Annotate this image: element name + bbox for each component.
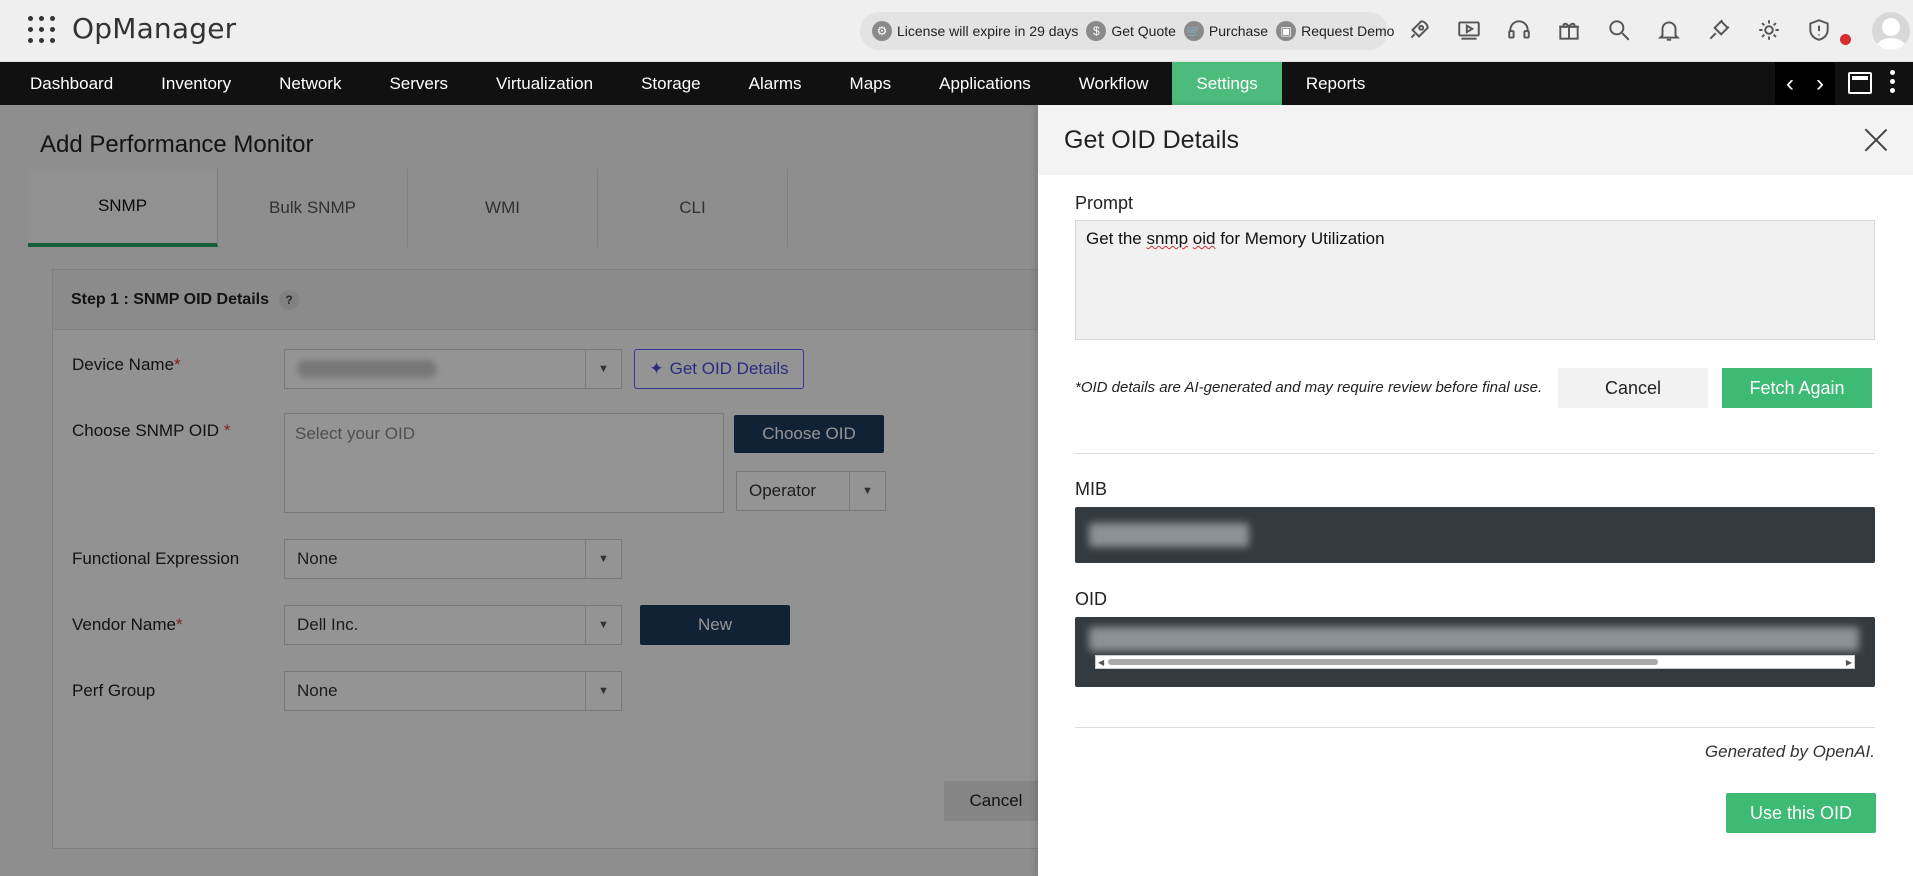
get-quote-link[interactable]: $ Get Quote	[1086, 21, 1176, 41]
shield-alert-icon[interactable]	[1804, 14, 1834, 46]
more-vertical-icon[interactable]	[1890, 70, 1896, 93]
oid-horizontal-scrollbar[interactable]: ◀ ▶	[1095, 655, 1855, 669]
avatar[interactable]	[1872, 12, 1910, 50]
divider	[1075, 727, 1875, 728]
nav-applications[interactable]: Applications	[915, 62, 1055, 105]
rocket-icon[interactable]	[1404, 14, 1434, 46]
request-demo-text: Request Demo	[1301, 23, 1395, 39]
prompt-text-word-snmp: snmp	[1146, 229, 1189, 248]
video-icon[interactable]	[1454, 14, 1484, 46]
main-nav: Dashboard Inventory Network Servers Virt…	[0, 62, 1913, 105]
oid-value-blurred	[1089, 627, 1859, 651]
top-bar: OpManager ⚙ License will expire in 29 day…	[0, 0, 1913, 62]
use-this-oid-button[interactable]: Use this OID	[1726, 793, 1876, 833]
ai-disclaimer: *OID details are AI-generated and may re…	[1075, 379, 1543, 396]
prompt-text-prefix: Get the	[1086, 229, 1147, 248]
cart-icon: 🛒	[1183, 21, 1204, 41]
nav-reports[interactable]: Reports	[1282, 62, 1390, 105]
nav-workflow[interactable]: Workflow	[1055, 62, 1173, 105]
close-icon[interactable]	[1863, 127, 1889, 153]
nav-servers[interactable]: Servers	[365, 62, 472, 105]
nav-inventory[interactable]: Inventory	[137, 62, 255, 105]
app-launcher-icon[interactable]	[28, 16, 56, 44]
get-quote-text: Get Quote	[1111, 23, 1176, 39]
headset-icon[interactable]	[1504, 14, 1534, 46]
license-notice[interactable]: ⚙ License will expire in 29 days	[872, 21, 1078, 41]
license-icon: ⚙	[872, 21, 892, 41]
screen-icon[interactable]	[1848, 72, 1872, 94]
divider	[1075, 453, 1875, 454]
scroll-left-icon[interactable]: ◀	[1098, 658, 1104, 667]
prompt-input[interactable]: Get the snmp oid for Memory Utilization	[1075, 220, 1875, 340]
purchase-link[interactable]: 🛒 Purchase	[1183, 21, 1269, 41]
drawer-title: Get OID Details	[1064, 125, 1240, 154]
nav-dashboard[interactable]: Dashboard	[6, 62, 137, 105]
modal-backdrop[interactable]	[0, 105, 1038, 876]
prompt-text-suffix: for Memory Utilization	[1215, 229, 1385, 248]
gift-icon[interactable]	[1554, 14, 1584, 46]
chevron-left-icon[interactable]: ‹	[1786, 70, 1794, 98]
bell-icon[interactable]	[1654, 14, 1684, 46]
license-text: License will expire in 29 days	[897, 23, 1079, 39]
nav-scroll-arrows: ‹ ›	[1775, 62, 1835, 105]
plugin-icon[interactable]	[1704, 14, 1734, 46]
oid-label: OID	[1075, 589, 1108, 609]
app-title: OpManager	[72, 12, 237, 45]
nav-virtualization[interactable]: Virtualization	[472, 62, 617, 105]
oid-output[interactable]: ◀ ▶	[1075, 617, 1875, 687]
nav-settings[interactable]: Settings	[1172, 62, 1282, 105]
drawer-cancel-button[interactable]: Cancel	[1558, 368, 1708, 408]
toolbar-icons	[1404, 14, 1834, 46]
generated-by-label: Generated by OpenAI.	[1704, 742, 1875, 761]
drawer-header: Get OID Details	[1038, 105, 1913, 175]
promo-bar: ⚙ License will expire in 29 days $ Get Quo…	[860, 12, 1394, 50]
prompt-text-word-oid: oid	[1192, 229, 1216, 248]
mib-label: MIB	[1075, 479, 1108, 499]
nav-network[interactable]: Network	[255, 62, 365, 105]
request-demo-link[interactable]: ▣ Request Demo	[1276, 21, 1394, 41]
demo-icon: ▣	[1276, 21, 1297, 41]
fetch-again-button[interactable]: Fetch Again	[1722, 368, 1872, 408]
purchase-text: Purchase	[1208, 23, 1269, 39]
gear-icon[interactable]	[1754, 14, 1784, 46]
mib-output[interactable]	[1075, 507, 1875, 563]
scrollbar-thumb[interactable]	[1108, 659, 1658, 665]
scroll-right-icon[interactable]: ▶	[1846, 658, 1852, 667]
nav-storage[interactable]: Storage	[617, 62, 725, 105]
dollar-icon: $	[1086, 21, 1107, 41]
search-icon[interactable]	[1604, 14, 1634, 46]
chevron-right-icon[interactable]: ›	[1816, 70, 1824, 98]
alert-badge	[1840, 34, 1851, 45]
prompt-label: Prompt	[1075, 193, 1134, 213]
nav-alarms[interactable]: Alarms	[725, 62, 826, 105]
nav-maps[interactable]: Maps	[826, 62, 916, 105]
mib-value-blurred	[1089, 523, 1249, 547]
get-oid-drawer: Get OID Details Prompt Get the snmp oid …	[1038, 105, 1913, 876]
